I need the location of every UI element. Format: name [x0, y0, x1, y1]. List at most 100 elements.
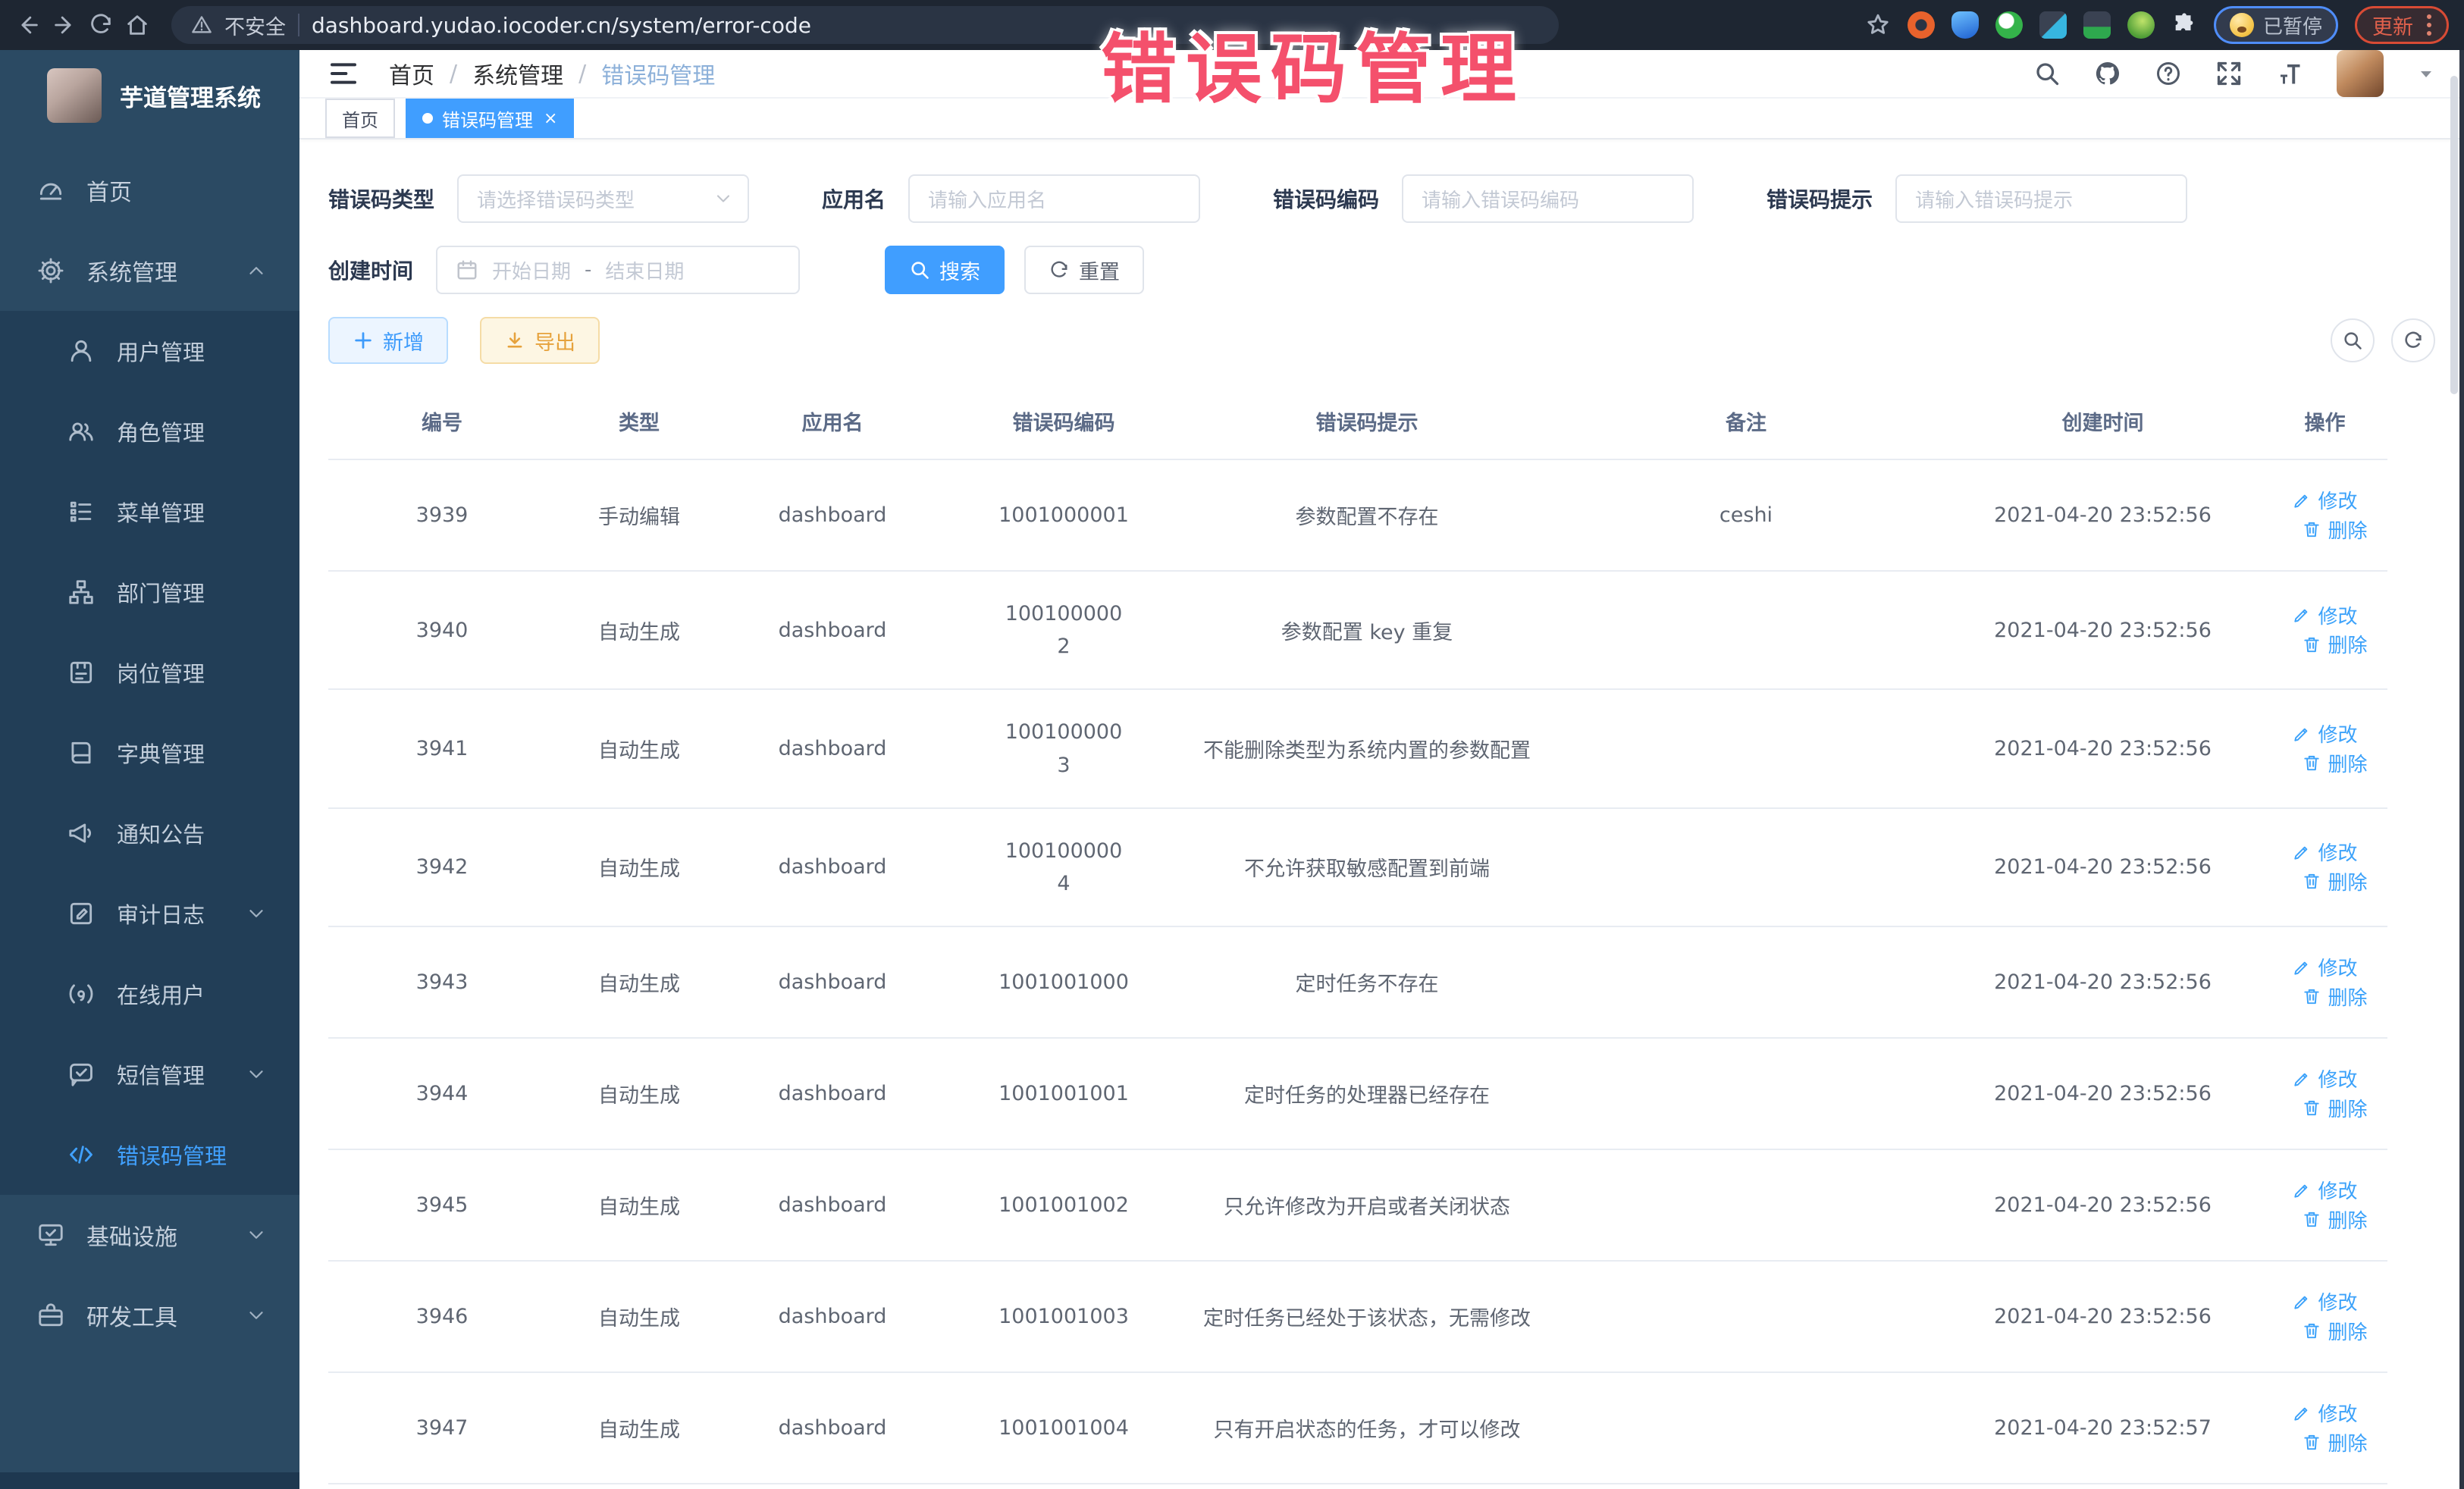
- sidebar-item-用户管理[interactable]: 用户管理: [0, 311, 299, 391]
- refresh-icon[interactable]: [2391, 318, 2435, 362]
- breadcrumb-item[interactable]: 首页: [389, 57, 434, 90]
- green-key-extension-icon[interactable]: [2127, 11, 2155, 39]
- cell-type: 自动生成: [556, 1484, 723, 1489]
- puzzle-extension-icon[interactable]: [2171, 12, 2197, 38]
- export-button[interactable]: 导出: [480, 317, 600, 364]
- sidebar-item-系统管理[interactable]: 系统管理: [0, 230, 299, 311]
- cell-msg: 定时任务已经处于该状态，无需修改: [1185, 1261, 1549, 1372]
- breadcrumb-separator: /: [450, 61, 457, 87]
- back-icon[interactable]: [15, 12, 41, 38]
- tag-首页[interactable]: 首页: [325, 99, 395, 138]
- sidebar-item-岗位管理[interactable]: 岗位管理: [0, 632, 299, 713]
- fullscreen-icon[interactable]: [2215, 60, 2243, 87]
- home-icon[interactable]: [124, 12, 150, 38]
- app-logo-row[interactable]: 芋道管理系统: [0, 50, 299, 136]
- sidebar-item-角色管理[interactable]: 角色管理: [0, 391, 299, 472]
- sidebar-item-部门管理[interactable]: 部门管理: [0, 552, 299, 632]
- filter-input-错误码编码[interactable]: 请输入错误码编码: [1402, 174, 1694, 223]
- browser-update-button[interactable]: 更新: [2355, 6, 2449, 44]
- edit-link[interactable]: 修改: [2292, 1176, 2357, 1204]
- breadcrumb-item[interactable]: 系统管理: [472, 57, 563, 90]
- cell-app: dashboard: [723, 1484, 942, 1489]
- kebab-menu-icon[interactable]: [2427, 14, 2431, 36]
- cell-id: 3943: [328, 926, 556, 1038]
- cell-memo: [1549, 571, 1943, 689]
- github-icon[interactable]: [2094, 60, 2121, 87]
- sidebar-item-通知公告[interactable]: 通知公告: [0, 793, 299, 873]
- sidebar-item-菜单管理[interactable]: 菜单管理: [0, 472, 299, 552]
- add-button[interactable]: 新增: [328, 317, 448, 364]
- edit-link[interactable]: 修改: [2292, 486, 2357, 514]
- sidebar-item-短信管理[interactable]: 短信管理: [0, 1034, 299, 1114]
- edit-link[interactable]: 修改: [2292, 601, 2357, 629]
- table-row: 3947自动生成dashboard1001001004只有开启状态的任务，才可以…: [328, 1372, 2387, 1484]
- edit-link[interactable]: 修改: [2292, 953, 2357, 981]
- font-size-icon[interactable]: [2276, 60, 2303, 87]
- cell-code: 1001001004: [942, 1372, 1185, 1484]
- scrollbar-thumb[interactable]: [2450, 76, 2458, 394]
- tag-close-icon[interactable]: ×: [544, 109, 557, 128]
- filter-group-应用名: 应用名请输入应用名: [822, 174, 1200, 223]
- filter-input-错误码提示[interactable]: 请输入错误码提示: [1895, 174, 2187, 223]
- hamburger-icon[interactable]: [328, 58, 359, 89]
- show-search-icon[interactable]: [2331, 318, 2375, 362]
- url-text[interactable]: dashboard.yudao.iocoder.cn/system/error-…: [312, 13, 811, 38]
- sidebar-item-审计日志[interactable]: 审计日志: [0, 873, 299, 954]
- error-code-type-select[interactable]: 请选择错误码类型: [457, 174, 749, 223]
- user-avatar[interactable]: [2337, 50, 2384, 97]
- sidebar-item-label: 字典管理: [117, 737, 205, 769]
- cell-app: dashboard: [723, 459, 942, 571]
- reset-button[interactable]: 重置: [1024, 246, 1144, 294]
- delete-link[interactable]: 删除: [2302, 516, 2367, 544]
- sidebar-item-字典管理[interactable]: 字典管理: [0, 713, 299, 793]
- filter-label: 应用名: [822, 183, 886, 214]
- edit-link[interactable]: 修改: [2292, 719, 2357, 748]
- edit-link[interactable]: 修改: [2292, 1064, 2357, 1092]
- cell-time: 2021-04-20 23:52:57: [1943, 1484, 2262, 1489]
- date-range-input[interactable]: 开始日期 - 结束日期: [436, 246, 800, 294]
- sidebar-item-基础设施[interactable]: 基础设施: [0, 1195, 299, 1275]
- cell-app: dashboard: [723, 1372, 942, 1484]
- delete-link[interactable]: 删除: [2302, 749, 2367, 777]
- table-row: 3945自动生成dashboard1001001002只允许修改为开启或者关闭状…: [328, 1149, 2387, 1261]
- edit-link[interactable]: 修改: [2292, 1287, 2357, 1315]
- edit-link[interactable]: 修改: [2292, 1399, 2357, 1427]
- forward-icon[interactable]: [52, 12, 77, 38]
- profile-paused-pill[interactable]: 已暂停: [2214, 6, 2338, 44]
- help-icon[interactable]: [2155, 60, 2182, 87]
- sidebar-item-在线用户[interactable]: 在线用户: [0, 954, 299, 1034]
- delete-link[interactable]: 删除: [2302, 983, 2367, 1011]
- chevron-up-icon: [245, 259, 268, 282]
- search-button[interactable]: 搜索: [885, 246, 1005, 294]
- search-icon[interactable]: [2033, 60, 2061, 87]
- star-icon[interactable]: [1865, 12, 1891, 38]
- orange-ring-extension-icon[interactable]: [1908, 11, 1935, 39]
- sidebar-item-首页[interactable]: 首页: [0, 150, 299, 230]
- sidebar-item-研发工具[interactable]: 研发工具: [0, 1275, 299, 1356]
- green-v-extension-icon[interactable]: [1995, 11, 2023, 39]
- cell-code: 1001000001: [942, 459, 1185, 571]
- cell-type: 自动生成: [556, 1261, 723, 1372]
- filter-row-1: 错误码类型请选择错误码类型应用名请输入应用名错误码编码请输入错误码编码错误码提示…: [328, 174, 2435, 223]
- cell-type: 自动生成: [556, 808, 723, 926]
- tag-dot: [422, 113, 433, 124]
- delete-link[interactable]: 删除: [2302, 1428, 2367, 1456]
- reload-icon[interactable]: [88, 12, 114, 38]
- delete-link[interactable]: 删除: [2302, 1205, 2367, 1234]
- security-label[interactable]: 不安全: [224, 11, 286, 40]
- cell-actions: 修改删除: [2262, 1261, 2387, 1372]
- chevron-down-icon[interactable]: [2417, 64, 2435, 83]
- filter-input-应用名[interactable]: 请输入应用名: [908, 174, 1200, 223]
- delete-link[interactable]: 删除: [2302, 1317, 2367, 1345]
- dark-grid-extension-icon[interactable]: [2039, 11, 2067, 39]
- sidebar-item-错误码管理[interactable]: 错误码管理: [0, 1114, 299, 1195]
- blue-gem-extension-icon[interactable]: [1951, 11, 1979, 39]
- delete-link[interactable]: 删除: [2302, 867, 2367, 895]
- on-badge-extension-icon[interactable]: [2083, 11, 2111, 39]
- delete-link[interactable]: 删除: [2302, 630, 2367, 658]
- edit-link[interactable]: 修改: [2292, 838, 2357, 866]
- annotation-overlay: 错误码管理: [1101, 8, 1525, 118]
- input-placeholder: 请输入错误码提示: [1915, 185, 2073, 213]
- delete-link[interactable]: 删除: [2302, 1094, 2367, 1122]
- tag-错误码管理[interactable]: 错误码管理×: [406, 99, 574, 138]
